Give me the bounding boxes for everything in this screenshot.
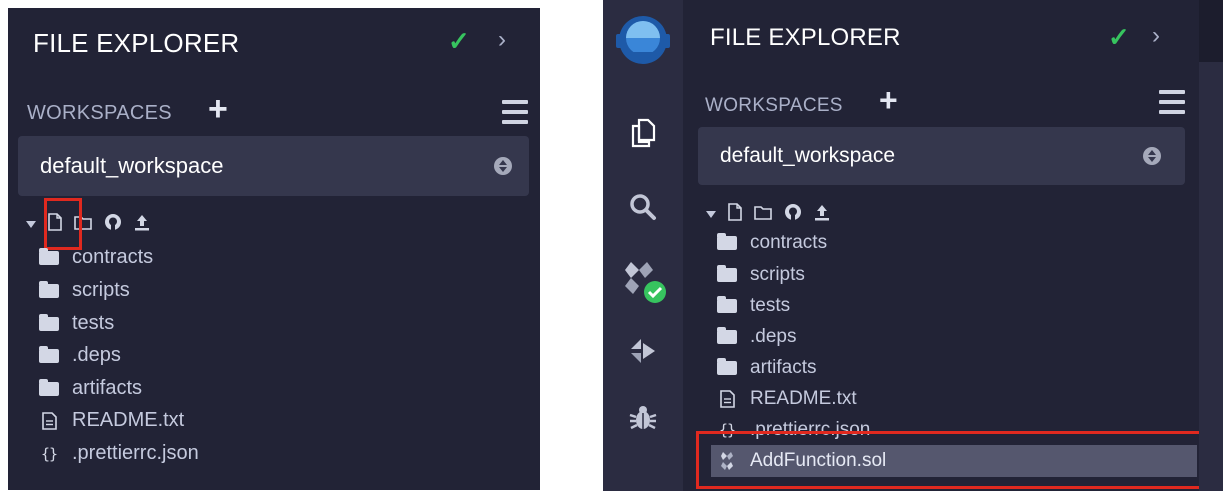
file-explorer-icon[interactable]: [603, 118, 683, 148]
select-arrows-icon: [494, 157, 512, 175]
folder-icon: [716, 265, 738, 282]
check-icon[interactable]: ✓: [448, 26, 470, 57]
tree-item[interactable]: .deps: [716, 326, 796, 348]
tree-item-label: README.txt: [750, 388, 857, 409]
tree-item[interactable]: README.txt: [38, 409, 184, 432]
icon-sidebar: [603, 0, 683, 491]
tree-item-label: scripts: [72, 279, 130, 301]
tree-item-label: README.txt: [72, 409, 185, 431]
tree-item-label: .deps: [750, 326, 797, 347]
plus-icon[interactable]: +: [208, 90, 228, 129]
debugger-icon[interactable]: [603, 403, 683, 433]
tree-item-label: contracts: [72, 246, 154, 268]
folder-icon: [38, 313, 60, 331]
caret-down-icon[interactable]: [706, 211, 716, 218]
workspaces-label: WORKSPACES: [705, 95, 843, 116]
tree-item[interactable]: README.txt: [716, 388, 857, 410]
tree-item[interactable]: artifacts: [38, 377, 142, 400]
plus-icon[interactable]: +: [879, 82, 898, 119]
file-toolbar: [706, 203, 842, 226]
workspace-select-value: default_workspace: [40, 153, 224, 178]
folder-icon: [716, 296, 738, 313]
panel-title: FILE EXPLORER: [710, 24, 901, 51]
search-icon[interactable]: [603, 193, 683, 221]
tree-item[interactable]: {} .prettierrc.json: [38, 442, 199, 465]
json-braces-icon: {}: [40, 444, 58, 463]
tree-item-label: contracts: [750, 232, 828, 253]
folder-icon: [716, 358, 738, 375]
tree-item[interactable]: scripts: [38, 279, 130, 302]
new-file-icon[interactable]: [728, 203, 742, 226]
folder-icon: [38, 378, 60, 396]
tree-item-label: .prettierrc.json: [72, 442, 199, 464]
upload-icon[interactable]: [814, 203, 830, 226]
file-text-icon: [716, 390, 738, 408]
new-folder-icon[interactable]: [754, 205, 772, 225]
tree-item-label: .deps: [72, 344, 121, 366]
editor-edge: [1199, 0, 1223, 491]
workspaces-label: WORKSPACES: [27, 102, 172, 124]
tree-item-label: scripts: [750, 264, 805, 285]
tree-item[interactable]: tests: [38, 312, 114, 335]
hamburger-icon[interactable]: [1159, 90, 1185, 120]
folder-icon: [716, 233, 738, 250]
tree-item-label: artifacts: [750, 357, 817, 378]
new-file-highlight: [44, 198, 82, 250]
tree-item-label: tests: [750, 295, 791, 316]
hamburger-icon[interactable]: [502, 100, 528, 130]
tree-item-label: tests: [72, 312, 115, 334]
workspace-select[interactable]: default_workspace: [698, 127, 1185, 185]
workspace-select-value: default_workspace: [720, 144, 896, 167]
folder-icon: [38, 345, 60, 363]
deploy-icon[interactable]: [603, 335, 683, 367]
folder-icon: [716, 327, 738, 344]
remix-logo-icon[interactable]: [603, 14, 683, 70]
tree-item[interactable]: tests: [716, 295, 790, 317]
solidity-compiler-icon[interactable]: [603, 258, 683, 306]
tree-item[interactable]: .deps: [38, 344, 121, 367]
file-explorer-panel-left: FILE EXPLORER ✓ › WORKSPACES + default_w…: [8, 8, 540, 490]
tree-item[interactable]: scripts: [716, 264, 805, 286]
github-icon[interactable]: [104, 213, 122, 236]
tree-item[interactable]: contracts: [716, 232, 827, 254]
editor-edge-top: [1199, 0, 1223, 62]
upload-icon[interactable]: [134, 213, 150, 236]
caret-down-icon[interactable]: [26, 221, 36, 228]
chevron-right-icon[interactable]: ›: [498, 26, 506, 54]
select-arrows-icon: [1143, 147, 1161, 165]
workspace-select[interactable]: default_workspace: [18, 136, 529, 196]
file-text-icon: [38, 411, 60, 430]
folder-icon: [38, 280, 60, 298]
check-icon[interactable]: ✓: [1108, 22, 1130, 53]
tree-item[interactable]: artifacts: [716, 357, 817, 379]
new-file-highlight: [696, 431, 1207, 489]
github-icon[interactable]: [784, 203, 802, 226]
tree-item-label: artifacts: [72, 377, 143, 399]
tree-item[interactable]: contracts: [38, 246, 153, 269]
panel-title: FILE EXPLORER: [33, 28, 240, 58]
file-explorer-panel-right: FILE EXPLORER ✓ › WORKSPACES + default_w…: [603, 0, 1223, 491]
chevron-right-icon[interactable]: ›: [1152, 22, 1160, 50]
folder-icon: [38, 247, 60, 265]
